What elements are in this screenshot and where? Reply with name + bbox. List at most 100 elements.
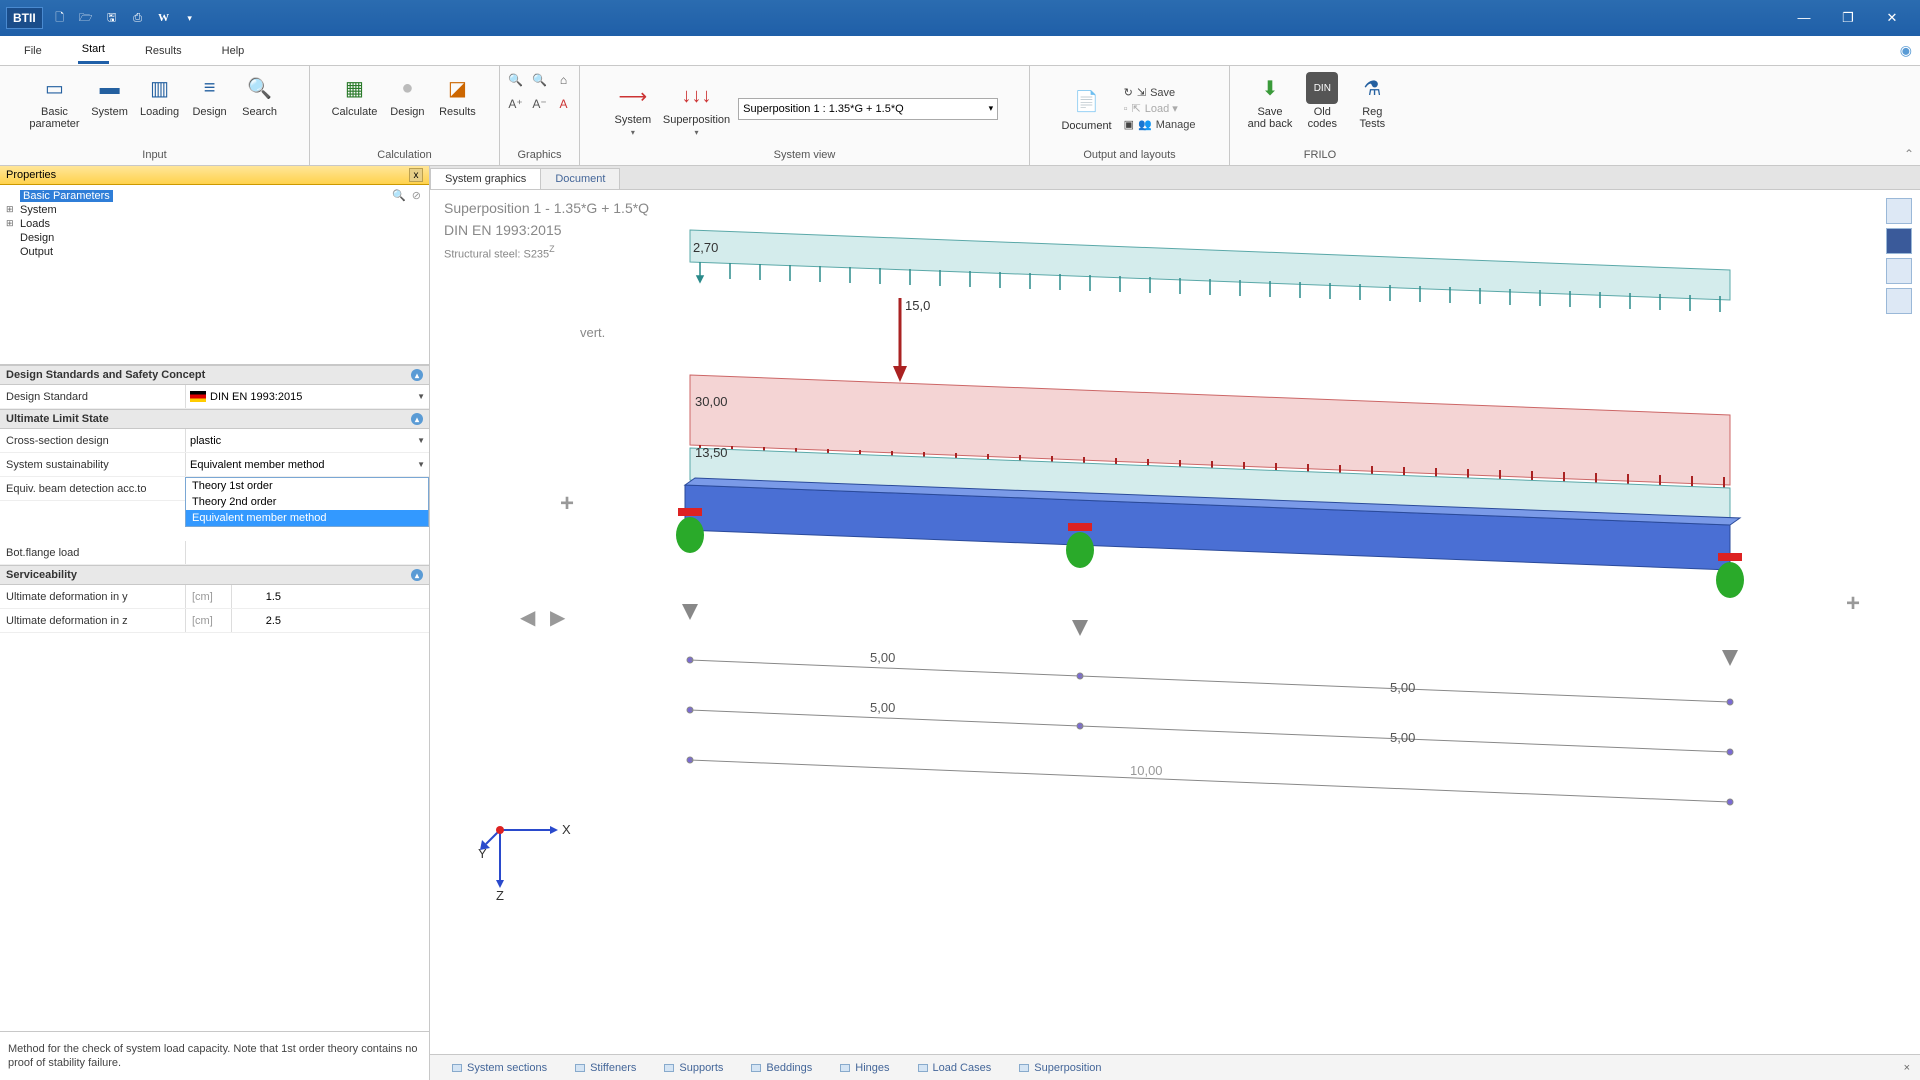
axis-y: Y	[478, 846, 487, 861]
udy-input[interactable]: 1.5	[231, 585, 287, 608]
sphere-icon: ●	[391, 72, 423, 104]
sv-system-button[interactable]: ⟶System▾	[611, 78, 655, 139]
screen-icon: ▣	[1124, 118, 1134, 131]
refresh-icon: ↻	[1124, 86, 1133, 99]
zoom-out-icon[interactable]: 🔍	[530, 70, 550, 90]
chevron-up-icon: ▴	[411, 413, 423, 425]
qat-more-icon[interactable]: ▾	[181, 9, 199, 27]
tab-document[interactable]: Document	[540, 168, 620, 189]
view-top-icon[interactable]	[1886, 288, 1912, 314]
nav-tree: Basic Parameters System Loads Design Out…	[0, 185, 429, 263]
save-icon[interactable]: 🖫	[103, 9, 121, 27]
tree-reset-icon[interactable]: ⊘	[412, 189, 421, 202]
font-inc-icon[interactable]: A⁺	[506, 94, 526, 114]
menu-help[interactable]: Help	[218, 39, 249, 63]
font-color-icon[interactable]: A	[554, 94, 574, 114]
view-front-icon[interactable]	[1886, 228, 1912, 254]
btab-supports[interactable]: Supports	[652, 1059, 735, 1077]
tree-search-icon[interactable]: 🔍	[392, 189, 406, 202]
help-icon[interactable]: ◉	[1900, 42, 1912, 59]
layout-manage[interactable]: ▣👥Manage	[1124, 118, 1196, 131]
nav-next-icon[interactable]: ▶	[550, 605, 565, 630]
section-uls[interactable]: Ultimate Limit State▴	[0, 409, 429, 429]
sustainability-select[interactable]: Equivalent member method▼	[185, 453, 429, 476]
sv-superpos-icon: ↓↓↓	[681, 80, 713, 112]
design-button[interactable]: ≡Design	[188, 70, 232, 120]
search-button[interactable]: 🔍Search	[238, 70, 282, 120]
superposition-combo[interactable]: Superposition 1 : 1.35*G + 1.5*Q▾	[738, 98, 998, 120]
tree-basic[interactable]: Basic Parameters	[6, 189, 423, 203]
minimize-button[interactable]: —	[1790, 10, 1818, 26]
btab-sections[interactable]: System sections	[440, 1059, 559, 1077]
btab-hinges[interactable]: Hinges	[828, 1059, 901, 1077]
rresults-button[interactable]: ◪Results	[435, 70, 479, 120]
tab-system-graphics[interactable]: System graphics	[430, 168, 541, 189]
load-15: 15,0	[905, 298, 930, 313]
tree-output[interactable]: Output	[6, 245, 423, 259]
design-standard-select[interactable]: DIN EN 1993:2015▼	[185, 385, 429, 408]
section-service[interactable]: Serviceability▴	[0, 565, 429, 585]
btab-loadcases[interactable]: Load Cases	[906, 1059, 1004, 1077]
new-icon[interactable]: 🗋	[51, 9, 69, 27]
cross-section-select[interactable]: plastic▼	[185, 429, 429, 452]
system-button[interactable]: ▬System	[88, 70, 132, 120]
tree-loads[interactable]: Loads	[6, 217, 423, 231]
tree-system[interactable]: System	[6, 203, 423, 217]
ribbon-collapse-icon[interactable]: ⌃	[1904, 147, 1914, 161]
save-back-button[interactable]: ⬇Save and back	[1246, 70, 1295, 132]
basic-parameter-button[interactable]: ▭Basic parameter	[27, 70, 81, 132]
tab-icon	[664, 1064, 674, 1072]
add-right-icon[interactable]: +	[1846, 590, 1870, 614]
layout-load[interactable]: ▫⇱Load ▾	[1124, 102, 1196, 115]
view-iso-icon[interactable]	[1886, 198, 1912, 224]
group-frilo-label: FRILO	[1304, 147, 1336, 163]
calculate-icon: ▦	[338, 72, 370, 104]
font-dec-icon[interactable]: A⁻	[530, 94, 550, 114]
graphics-tools: 🔍🔍⌂ A⁺A⁻A	[506, 70, 574, 114]
layout-save[interactable]: ↻⇲Save	[1124, 86, 1196, 99]
document-button[interactable]: 📄Document	[1059, 84, 1113, 134]
panel-close-icon[interactable]: x	[409, 168, 423, 182]
w-icon[interactable]: W	[155, 9, 173, 27]
btab-superposition[interactable]: Superposition	[1007, 1059, 1113, 1077]
window-buttons: — ❐ ✕	[1790, 10, 1906, 26]
section-standards[interactable]: Design Standards and Safety Concept▴	[0, 365, 429, 385]
tab-icon	[575, 1064, 585, 1072]
menu-results[interactable]: Results	[141, 39, 186, 63]
chevron-down-icon: ▾	[989, 103, 994, 114]
btab-stiffeners[interactable]: Stiffeners	[563, 1059, 648, 1077]
calculate-button[interactable]: ▦Calculate	[330, 70, 380, 120]
open-icon[interactable]: 🗁	[77, 9, 95, 27]
view-side-icon[interactable]	[1886, 258, 1912, 284]
print-icon[interactable]: ⎙	[129, 9, 147, 27]
dropdown-option[interactable]: Theory 2nd order	[186, 494, 428, 510]
zoom-in-icon[interactable]: 🔍	[506, 70, 526, 90]
btabs-close-icon[interactable]: ×	[1904, 1062, 1910, 1074]
sv-superpos-button[interactable]: ↓↓↓Superposition▾	[661, 78, 732, 139]
tab-icon	[918, 1064, 928, 1072]
design-icon: ≡	[194, 72, 226, 104]
chevron-down-icon: ▼	[417, 436, 425, 445]
udz-input[interactable]: 2.5	[231, 609, 287, 632]
add-left-icon[interactable]: +	[560, 490, 584, 514]
home-icon[interactable]: ⌂	[554, 70, 574, 90]
close-button[interactable]: ✕	[1878, 10, 1906, 26]
menu-file[interactable]: File	[20, 39, 46, 63]
btab-beddings[interactable]: Beddings	[739, 1059, 824, 1077]
nav-prev-icon[interactable]: ◀	[520, 605, 535, 630]
bot-flange-select[interactable]	[185, 541, 429, 564]
menu-start[interactable]: Start	[78, 37, 109, 64]
loading-button[interactable]: ▥Loading	[138, 70, 182, 120]
tree-design[interactable]: Design	[6, 231, 423, 245]
row-bot-flange: Bot.flange load	[0, 541, 429, 565]
dropdown-option-selected[interactable]: Equivalent member method	[186, 510, 428, 526]
tab-icon	[452, 1064, 462, 1072]
maximize-button[interactable]: ❐	[1834, 10, 1862, 26]
rdesign-button[interactable]: ●Design	[385, 70, 429, 120]
dropdown-option[interactable]: Theory 1st order	[186, 478, 428, 494]
layout-tools: ↻⇲Save ▫⇱Load ▾ ▣👥Manage	[1120, 84, 1200, 133]
group-output-label: Output and layouts	[1083, 147, 1175, 163]
reg-tests-button[interactable]: ⚗Reg Tests	[1350, 70, 1394, 132]
old-codes-button[interactable]: DINOld codes	[1300, 70, 1344, 132]
canvas[interactable]: Superposition 1 - 1.35*G + 1.5*Q DIN EN …	[430, 190, 1920, 1054]
